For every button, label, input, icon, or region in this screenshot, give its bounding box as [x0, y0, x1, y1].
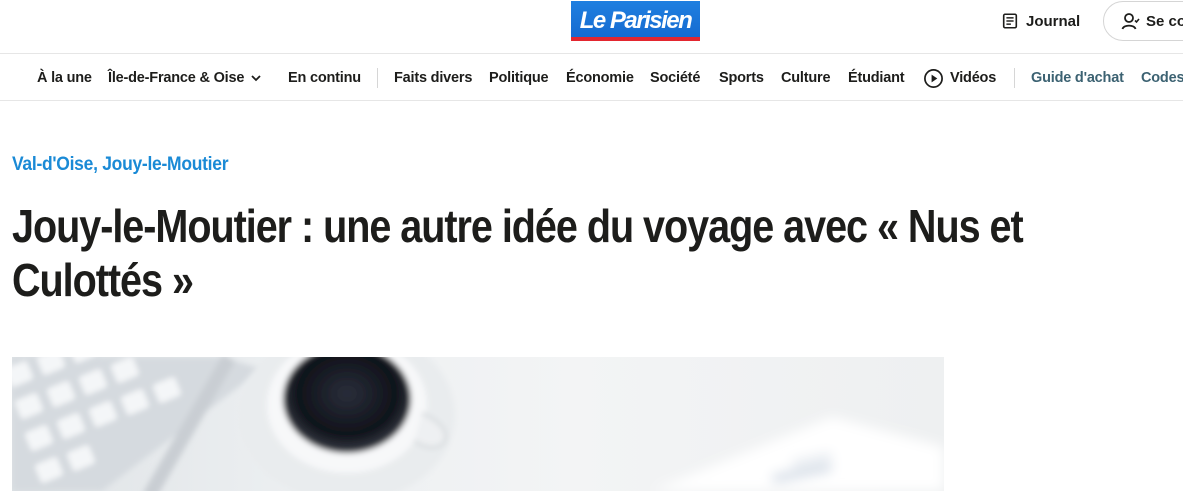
nav-divider	[377, 68, 378, 88]
journal-label: Journal	[1026, 12, 1081, 30]
nav-label: Île-de-France & Oise	[108, 70, 245, 86]
nav-item-a-la-une[interactable]: À la une	[37, 55, 92, 101]
login-button[interactable]: Se co	[1103, 1, 1183, 41]
play-circle-icon	[924, 68, 943, 88]
headline-line-2: Culottés »	[12, 254, 194, 306]
nav-label: Codes	[1141, 70, 1183, 86]
nav-item-societe[interactable]: Société	[650, 55, 700, 101]
user-icon	[1121, 13, 1140, 30]
site-logo[interactable]: Le Parisien	[571, 1, 700, 41]
top-header: Le Parisien Journal Se co	[0, 0, 1183, 54]
nav-item-sports[interactable]: Sports	[719, 55, 764, 101]
nav-label: Économie	[566, 70, 634, 86]
nav-item-etudiant[interactable]: Étudiant	[848, 55, 905, 101]
nav-item-ile-de-france[interactable]: Île-de-France & Oise	[108, 55, 262, 101]
main-nav: À la une Île-de-France & Oise En continu…	[0, 55, 1183, 101]
nav-divider	[1014, 68, 1015, 88]
article-kicker[interactable]: Val-d'Oise, Jouy-le-Moutier	[12, 154, 229, 176]
nav-item-faits-divers[interactable]: Faits divers	[394, 55, 472, 101]
nav-label: À la une	[37, 70, 92, 86]
headline-line-1: Jouy-le-Moutier : une autre idée du voya…	[12, 200, 1024, 252]
nav-label: Guide d'achat	[1031, 70, 1124, 86]
chevron-down-icon	[251, 75, 261, 82]
nav-item-culture[interactable]: Culture	[781, 55, 831, 101]
nav-item-guide-achat[interactable]: Guide d'achat	[1031, 55, 1124, 101]
nav-item-economie[interactable]: Économie	[566, 55, 634, 101]
nav-label: Culture	[781, 70, 831, 86]
newspaper-icon	[1002, 13, 1018, 29]
nav-item-en-continu[interactable]: En continu	[288, 55, 361, 101]
nav-item-videos[interactable]: Vidéos	[923, 55, 996, 101]
nav-label: Politique	[489, 70, 549, 86]
logo-underline	[571, 37, 700, 41]
nav-item-codes[interactable]: Codes	[1141, 55, 1183, 101]
nav-label: Société	[650, 70, 701, 86]
article-headline: Jouy-le-Moutier : une autre idée du voya…	[12, 199, 1035, 307]
nav-label: En continu	[288, 70, 361, 86]
nav-item-politique[interactable]: Politique	[489, 55, 549, 101]
login-label: Se co	[1146, 12, 1183, 30]
nav-label: Faits divers	[394, 70, 473, 86]
article-hero-image	[12, 357, 944, 491]
nav-label: Vidéos	[950, 70, 997, 86]
journal-link[interactable]: Journal	[1001, 9, 1080, 33]
hero-photo	[12, 357, 944, 491]
nav-label: Sports	[719, 70, 764, 86]
nav-label: Étudiant	[848, 70, 905, 86]
